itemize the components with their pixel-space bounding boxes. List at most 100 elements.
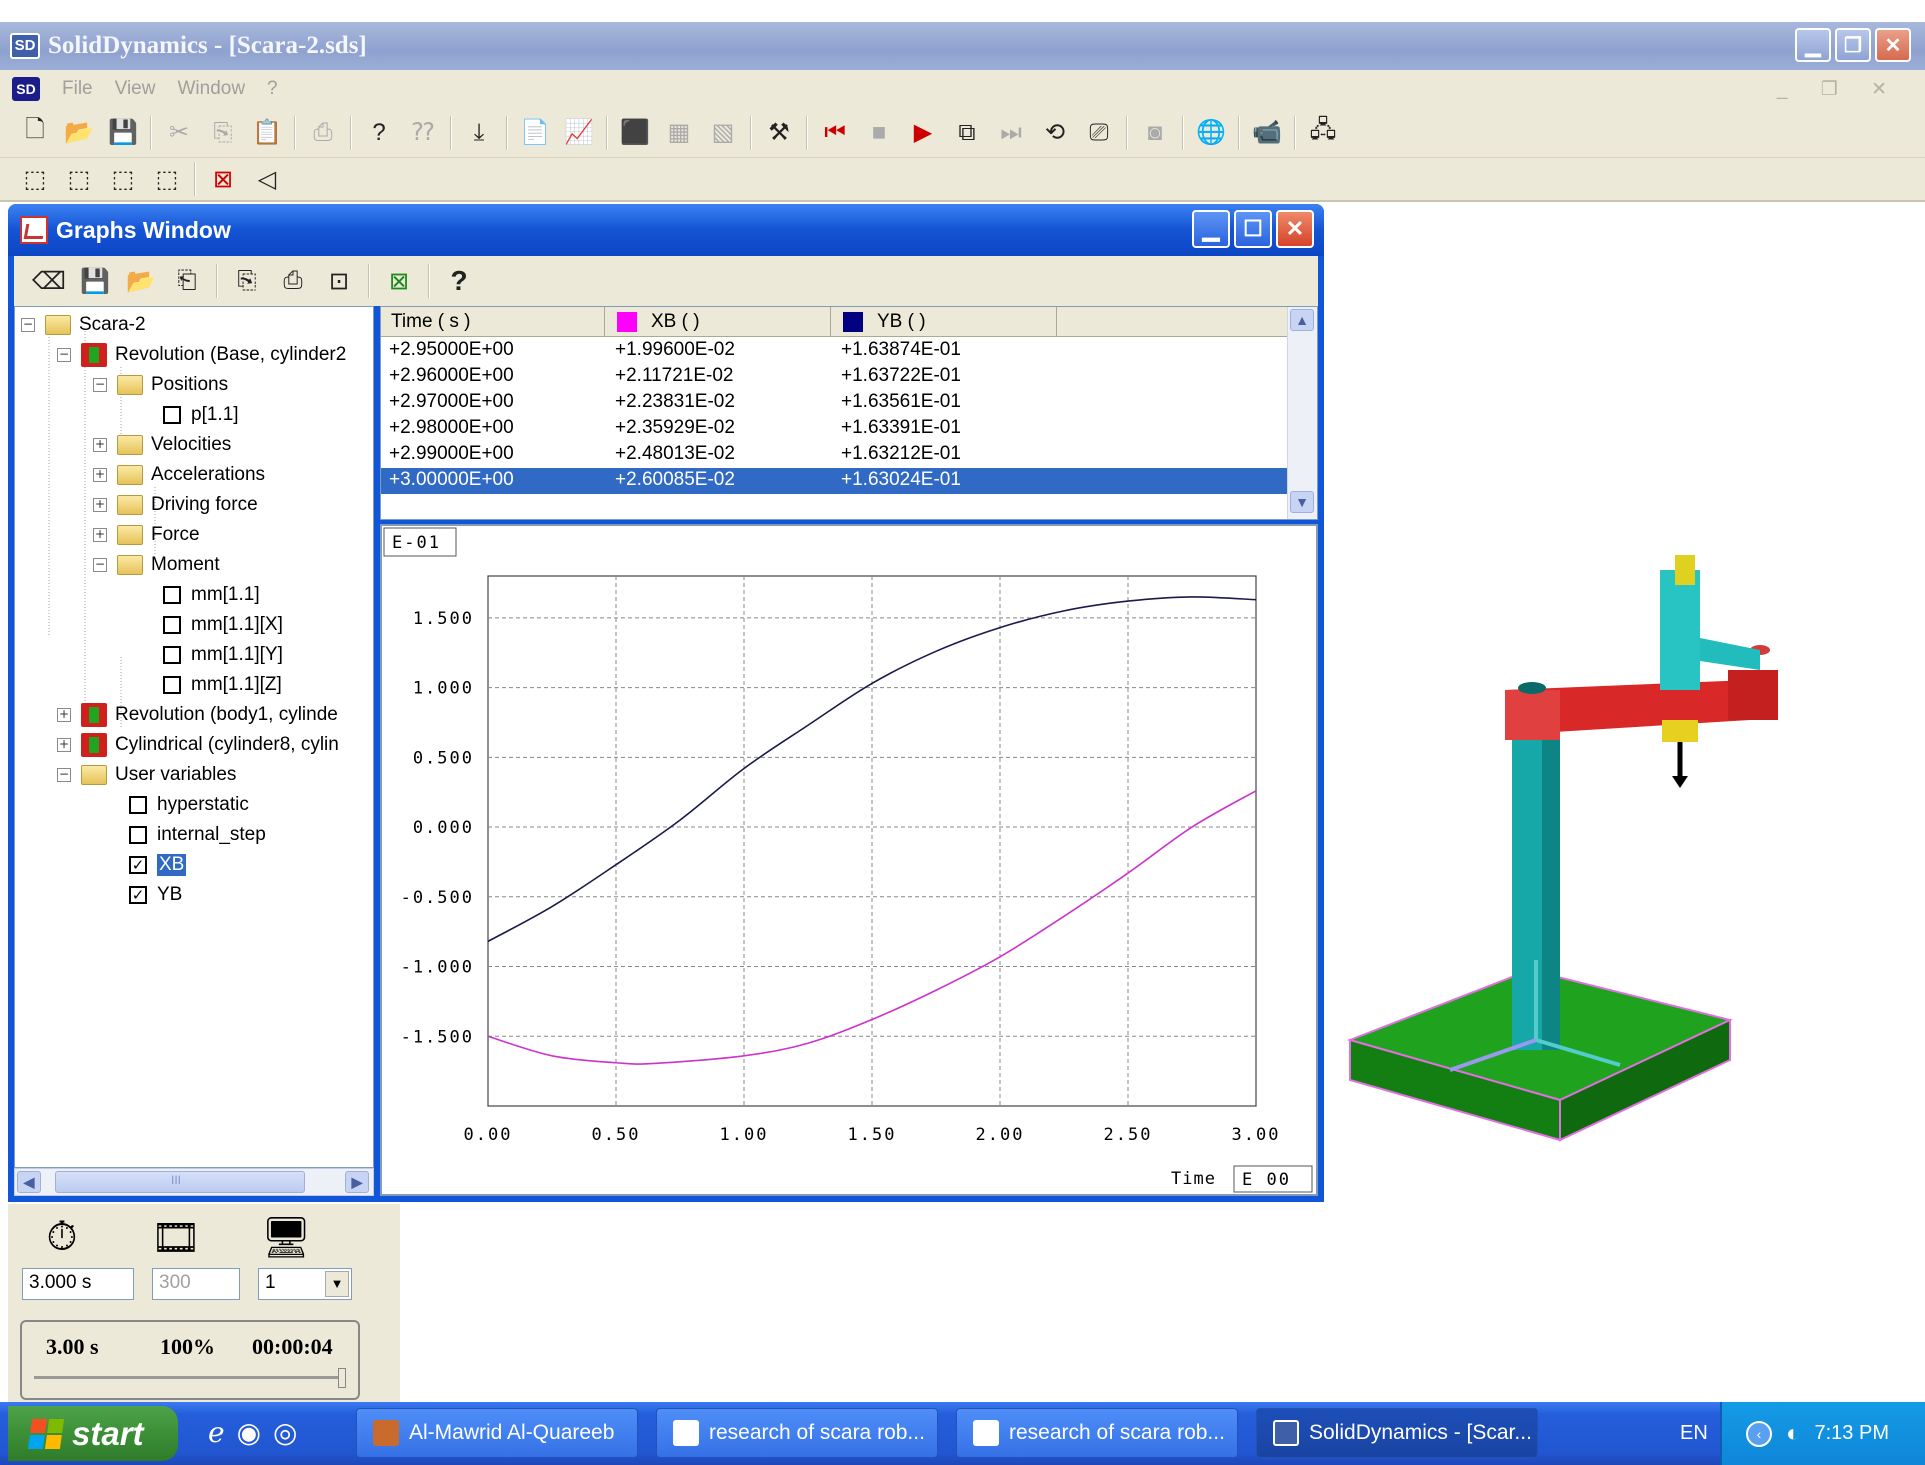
menu-window[interactable]: Window — [177, 78, 245, 100]
erase-icon[interactable]: ⌫ — [32, 264, 66, 298]
stop-icon[interactable]: ■ — [862, 116, 896, 150]
rewind-icon[interactable]: ⏮ — [818, 116, 852, 150]
tree-node-force[interactable]: + Force — [93, 521, 200, 549]
checkbox-checked-icon[interactable]: ✓ — [129, 856, 147, 874]
expand-icon[interactable]: + — [93, 468, 107, 482]
open-folder-icon[interactable]: 📂 — [62, 116, 96, 150]
tree-node-driving-force[interactable]: + Driving force — [93, 491, 258, 519]
tree-node-root[interactable]: − Scara-2 — [21, 311, 146, 339]
tree-node-accelerations[interactable]: + Accelerations — [93, 461, 265, 489]
expand-icon[interactable]: + — [93, 498, 107, 512]
collapse-icon[interactable]: − — [93, 558, 107, 572]
document-window-controls[interactable]: _ ❐ ✕ — [1777, 78, 1901, 101]
tree-node-hyperstatic[interactable]: hyperstatic — [129, 791, 249, 819]
collapse-icon[interactable]: − — [57, 768, 71, 782]
video-icon[interactable]: 📹 — [1250, 116, 1284, 150]
hide-icon[interactable]: ⊠ — [206, 162, 240, 196]
scroll-thumb[interactable]: III — [55, 1171, 305, 1193]
checkbox-unchecked-icon[interactable] — [163, 676, 181, 694]
graphs-minimize-button[interactable]: ▁ — [1192, 210, 1230, 248]
browser-icon[interactable]: ◉ — [237, 1416, 261, 1449]
scroll-down-icon[interactable]: ▼ — [1290, 491, 1314, 513]
checkbox-unchecked-icon[interactable] — [129, 826, 147, 844]
joint-icon[interactable]: ▦ — [662, 116, 696, 150]
checkbox-unchecked-icon[interactable] — [163, 406, 181, 424]
end-time-input[interactable]: 3.000 s — [22, 1268, 134, 1300]
view-front-icon[interactable]: ⬚ — [18, 162, 52, 196]
scroll-up-icon[interactable]: ▲ — [1290, 309, 1314, 331]
menu-file[interactable]: File — [62, 78, 93, 100]
tree-node-mm11z[interactable]: mm[1.1][Z] — [163, 671, 282, 699]
app-close-button[interactable]: ✕ — [1875, 28, 1911, 62]
graphs-help-icon[interactable]: ? — [442, 264, 476, 298]
tree-node-positions[interactable]: − Positions — [93, 371, 228, 399]
task-research-1[interactable]: research of scara rob... — [656, 1408, 938, 1458]
checkbox-unchecked-icon[interactable] — [163, 646, 181, 664]
play-icon[interactable]: ▶ — [906, 116, 940, 150]
app-title-bar[interactable]: SD SolidDynamics - [Scara-2.sds] ▁ ❐ ✕ — [0, 22, 1925, 70]
task-research-2[interactable]: research of scara rob... — [956, 1408, 1238, 1458]
graph-icon[interactable]: 📈 — [562, 116, 596, 150]
collapse-icon[interactable]: ◁ — [250, 162, 284, 196]
language-indicator[interactable]: EN — [1680, 1422, 1708, 1445]
view-top-icon[interactable]: ⬚ — [106, 162, 140, 196]
import-icon[interactable]: ⤓ — [462, 116, 496, 150]
expand-icon[interactable]: + — [57, 708, 71, 722]
view-iso-icon[interactable]: ⬚ — [150, 162, 184, 196]
help-icon[interactable]: ? — [362, 116, 396, 150]
collapse-icon[interactable]: − — [93, 378, 107, 392]
table-row-selected[interactable]: +3.00000E+00 +2.60085E-02 +1.63024E-01 — [381, 468, 1287, 494]
column-header-yb[interactable]: YB ( ) — [831, 307, 1057, 337]
tree-node-revolution2[interactable]: + Revolution (body1, cylinde — [57, 701, 338, 729]
excel-icon[interactable]: ⊠ — [382, 264, 416, 298]
body-icon[interactable]: ⬛ — [618, 116, 652, 150]
context-help-icon[interactable]: ⁇ — [406, 116, 440, 150]
graphs-close-button[interactable]: ✕ — [1276, 210, 1314, 248]
collapse-icon[interactable]: − — [57, 348, 71, 362]
tree-horizontal-scrollbar[interactable]: ◀ III ▶ — [14, 1168, 374, 1196]
tray-app-icon[interactable]: ◐ — [1786, 1420, 1801, 1448]
tree-node-mm11[interactable]: mm[1.1] — [163, 581, 260, 609]
open-graph-icon[interactable]: 📂 — [124, 264, 158, 298]
record-icon[interactable]: ⎚ — [1082, 116, 1116, 150]
view-side-icon[interactable]: ⬚ — [62, 162, 96, 196]
new-file-icon[interactable]: 🗋 — [18, 116, 52, 150]
scroll-right-icon[interactable]: ▶ — [345, 1171, 369, 1193]
save-graph-icon[interactable]: 💾 — [78, 264, 112, 298]
checkbox-checked-icon[interactable]: ✓ — [129, 886, 147, 904]
loop-icon[interactable]: ⟲ — [1038, 116, 1072, 150]
tray-expand-icon[interactable]: ‹ — [1746, 1420, 1772, 1447]
paste-icon[interactable]: 📋 — [250, 116, 284, 150]
timer-icon[interactable]: ⏱ — [34, 1212, 90, 1262]
ie-icon[interactable]: ℯ — [208, 1416, 225, 1449]
copy-graph-icon[interactable]: ⎘ — [230, 264, 264, 298]
plot-area[interactable]: 0.00 0.50 1.00 1.50 2.00 2.50 3.00 1.500 1.000 0.… — [380, 524, 1318, 1196]
table-row[interactable]: +2.96000E+00 +2.11721E-02 +1.63722E-01 — [381, 364, 1287, 390]
next-frame-icon[interactable]: ⏭ — [994, 116, 1028, 150]
tree-node-internal-step[interactable]: internal_step — [129, 821, 266, 849]
graphs-window-title-bar[interactable]: Graphs Window ▁ ☐ ✕ — [8, 204, 1324, 256]
progress-slider-handle[interactable] — [338, 1368, 346, 1388]
tools-icon[interactable]: ⚒ — [762, 116, 796, 150]
media-player-icon[interactable]: ◎ — [273, 1416, 297, 1449]
collapse-icon[interactable]: − — [21, 318, 35, 332]
table-row[interactable]: +2.99000E+00 +2.48013E-02 +1.63212E-01 — [381, 442, 1287, 468]
zoom-fit-icon[interactable]: ⊡ — [322, 264, 356, 298]
skip-select[interactable]: 1 ▼ — [258, 1268, 352, 1300]
tree-node-mm11x[interactable]: mm[1.1][X] — [163, 611, 283, 639]
table-row[interactable]: +2.97000E+00 +2.23831E-02 +1.63561E-01 — [381, 390, 1287, 416]
task-al-mawrid[interactable]: Al-Mawrid Al-Quareeb — [356, 1408, 638, 1458]
save-icon[interactable]: 💾 — [106, 116, 140, 150]
film-reel-icon[interactable]: 🎞 — [148, 1212, 204, 1262]
camera-icon[interactable]: ◙ — [1138, 116, 1172, 150]
tree-node-mm11y[interactable]: mm[1.1][Y] — [163, 641, 283, 669]
scroll-left-icon[interactable]: ◀ — [17, 1171, 41, 1193]
scara-robot-3d-view[interactable] — [1330, 540, 1850, 1160]
expand-icon[interactable]: + — [57, 738, 71, 752]
app-restore-button[interactable]: ❐ — [1835, 28, 1871, 62]
table-row[interactable]: +2.95000E+00 +1.99600E-02 +1.63874E-01 — [381, 338, 1287, 364]
table-vertical-scrollbar[interactable]: ▲ ▼ — [1287, 307, 1317, 519]
menu-help[interactable]: ? — [267, 78, 278, 100]
copy-icon[interactable]: ⎘ — [206, 116, 240, 150]
tree-node-p11[interactable]: p[1.1] — [163, 401, 239, 429]
